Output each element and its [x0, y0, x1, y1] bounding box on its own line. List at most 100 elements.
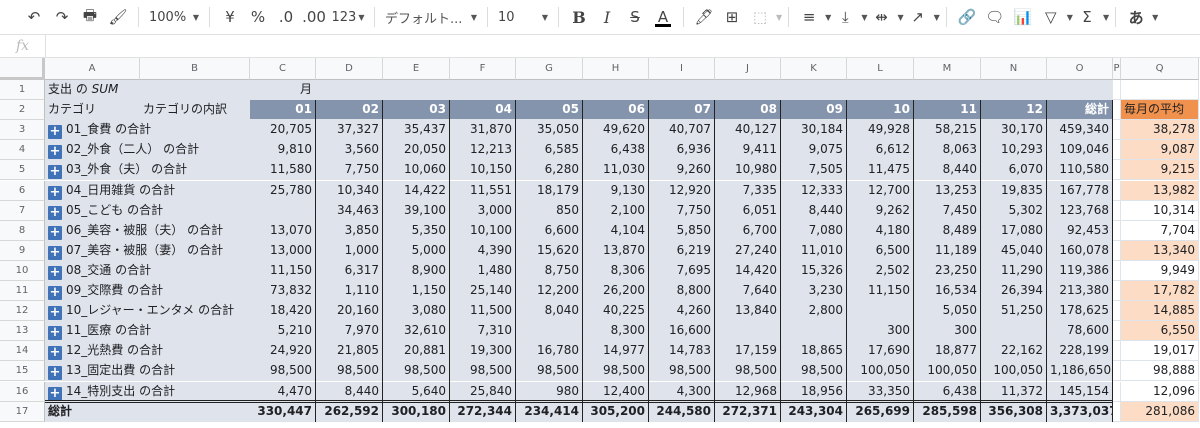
value-cell[interactable]: 40,225 [583, 301, 649, 322]
value-cell[interactable]: 6,438 [914, 381, 981, 402]
expand-icon[interactable]: + [48, 306, 62, 321]
value-cell[interactable]: 24,920 [250, 341, 316, 362]
value-cell[interactable]: 11,150 [250, 260, 316, 281]
value-cell[interactable]: 12,213 [450, 140, 516, 161]
value-cell[interactable]: 19,835 [981, 180, 1047, 201]
italic-button[interactable]: I [593, 4, 621, 30]
column-header-o[interactable]: O [1047, 58, 1113, 80]
value-cell[interactable] [516, 321, 583, 342]
monthly-average-cell[interactable]: 9,215 [1121, 160, 1199, 181]
row-total-cell[interactable]: 213,380 [1047, 281, 1113, 302]
monthly-average-cell[interactable]: 17,782 [1121, 281, 1199, 302]
value-cell[interactable]: 11,372 [981, 381, 1047, 402]
value-cell[interactable]: 25,780 [250, 180, 316, 201]
category-cell[interactable]: +01_食費 の合計 [45, 120, 250, 141]
value-cell[interactable]: 13,870 [583, 240, 649, 261]
text-color-button[interactable]: A [649, 4, 677, 30]
value-cell[interactable]: 8,306 [583, 260, 649, 281]
value-cell[interactable]: 18,877 [914, 341, 981, 362]
category-cell[interactable]: +10_レジャー・エンタメ の合計 [45, 301, 250, 322]
value-cell[interactable]: 4,300 [649, 381, 715, 402]
value-cell[interactable]: 8,440 [914, 160, 981, 181]
value-cell[interactable]: 4,260 [649, 301, 715, 322]
value-cell[interactable]: 11,551 [450, 180, 516, 201]
column-header-a[interactable]: A [45, 58, 140, 80]
value-cell[interactable]: 8,750 [516, 260, 583, 281]
blank-cell[interactable] [1113, 120, 1121, 141]
value-cell[interactable]: 33,350 [847, 381, 914, 402]
undo-icon[interactable]: ↶ [20, 4, 48, 30]
value-cell[interactable]: 6,612 [847, 140, 914, 161]
column-header-d[interactable]: D [316, 58, 383, 80]
value-cell[interactable]: 9,130 [583, 180, 649, 201]
row-total-cell[interactable]: 167,778 [1047, 180, 1113, 201]
grand-total-sum[interactable]: 3,373,037 [1047, 401, 1118, 422]
expand-icon[interactable]: + [48, 245, 62, 260]
row-header-13[interactable]: 13 [0, 321, 45, 342]
value-cell[interactable]: 34,463 [316, 200, 383, 221]
value-cell[interactable]: 98,500 [649, 361, 715, 382]
value-cell[interactable]: 7,080 [781, 220, 847, 241]
blank-cell[interactable] [1113, 140, 1121, 161]
value-cell[interactable]: 30,184 [781, 120, 847, 141]
value-cell[interactable]: 14,422 [383, 180, 450, 201]
month-header-09[interactable]: 09 [781, 100, 847, 121]
value-cell[interactable]: 100,050 [914, 361, 981, 382]
value-cell[interactable]: 11,580 [250, 160, 316, 181]
value-cell[interactable]: 25,840 [450, 381, 516, 402]
column-header-i[interactable]: I [649, 58, 715, 80]
value-cell[interactable]: 7,970 [316, 321, 383, 342]
value-cell[interactable]: 9,260 [649, 160, 715, 181]
value-cell[interactable]: 9,075 [781, 140, 847, 161]
value-cell[interactable]: 6,219 [649, 240, 715, 261]
value-cell[interactable]: 18,420 [250, 301, 316, 322]
value-cell[interactable]: 6,700 [715, 220, 781, 241]
grand-total-value[interactable]: 305,200 [583, 401, 649, 422]
strikethrough-button[interactable]: S [621, 4, 649, 30]
value-cell[interactable]: 14,420 [715, 260, 781, 281]
value-cell[interactable]: 18,865 [781, 341, 847, 362]
input-tools-button[interactable]: あ [1122, 4, 1150, 30]
value-cell[interactable]: 98,500 [383, 361, 450, 382]
value-cell[interactable]: 100,050 [847, 361, 914, 382]
value-cell[interactable]: 40,127 [715, 120, 781, 141]
value-cell[interactable]: 12,700 [847, 180, 914, 201]
font-select[interactable]: デフォルト... ▼ [381, 4, 481, 30]
value-cell[interactable]: 4,104 [583, 220, 649, 241]
blank-cell[interactable] [1121, 80, 1199, 101]
column-header-m[interactable]: M [914, 58, 981, 80]
value-cell[interactable]: 11,290 [981, 260, 1047, 281]
column-header-h[interactable]: H [583, 58, 649, 80]
month-header-05[interactable]: 05 [516, 100, 583, 121]
value-cell[interactable] [250, 200, 316, 221]
value-cell[interactable]: 11,475 [847, 160, 914, 181]
value-cell[interactable]: 31,870 [450, 120, 516, 141]
value-cell[interactable]: 8,300 [583, 321, 649, 342]
value-cell[interactable]: 73,832 [250, 281, 316, 302]
category-cell[interactable]: +06_美容・被服（夫） の合計 [45, 220, 250, 241]
value-cell[interactable]: 9,262 [847, 200, 914, 221]
value-cell[interactable]: 16,600 [649, 321, 715, 342]
column-header-k[interactable]: K [781, 58, 847, 80]
value-cell[interactable]: 8,900 [383, 260, 450, 281]
column-header-j[interactable]: J [715, 58, 781, 80]
value-cell[interactable]: 12,333 [781, 180, 847, 201]
value-cell[interactable]: 1,000 [316, 240, 383, 261]
value-cell[interactable]: 26,200 [583, 281, 649, 302]
value-cell[interactable]: 15,326 [781, 260, 847, 281]
column-header-b[interactable]: B [140, 58, 250, 80]
value-cell[interactable]: 45,040 [981, 240, 1047, 261]
currency-button[interactable]: ¥ [216, 4, 244, 30]
value-cell[interactable]: 2,800 [781, 301, 847, 322]
text-rotation-icon[interactable]: ↗ [904, 4, 932, 30]
more-formats-button[interactable]: 123 ▼ [328, 4, 368, 30]
blank-cell[interactable] [1113, 160, 1121, 181]
insert-link-icon[interactable]: 🔗 [953, 4, 981, 30]
value-cell[interactable]: 22,162 [981, 341, 1047, 362]
blank-cell[interactable] [1113, 341, 1121, 362]
month-header-12[interactable]: 12 [981, 100, 1047, 121]
value-cell[interactable]: 7,335 [715, 180, 781, 201]
value-cell[interactable]: 4,470 [250, 381, 316, 402]
value-cell[interactable]: 7,505 [781, 160, 847, 181]
value-cell[interactable]: 20,050 [383, 140, 450, 161]
